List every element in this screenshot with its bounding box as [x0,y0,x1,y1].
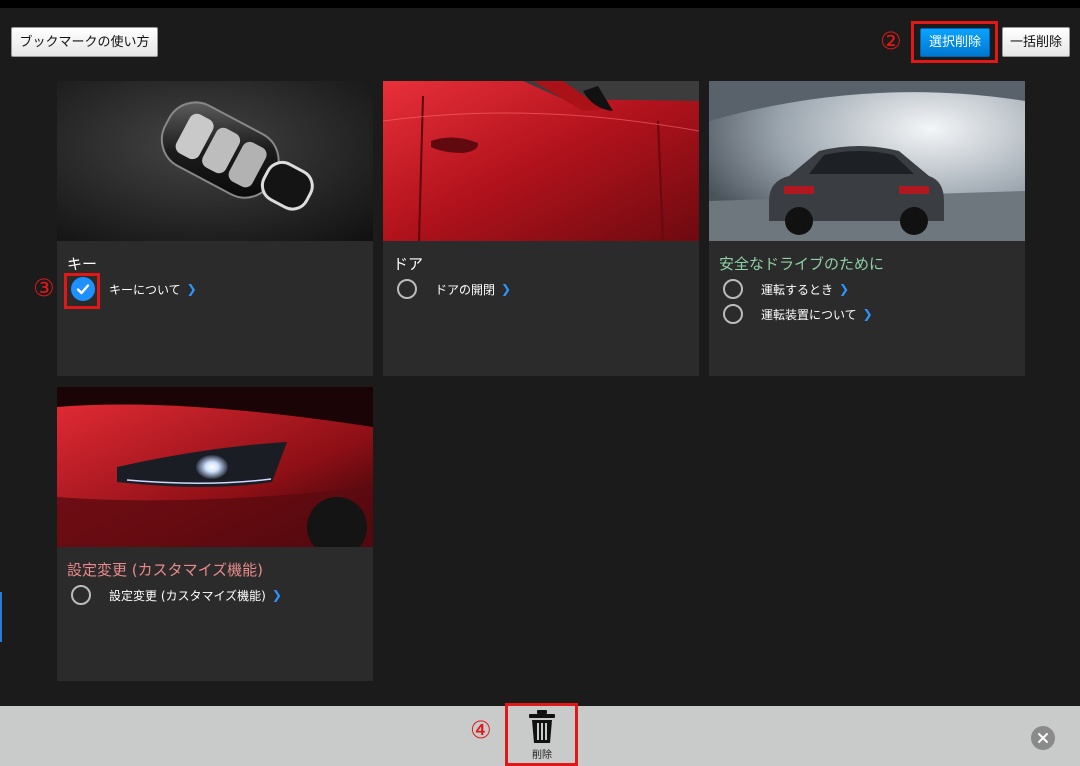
bookmark-item[interactable]: ドアの開閉 ❯ [397,278,511,300]
delete-button[interactable]: 削除 [520,710,564,762]
chevron-right-icon[interactable]: ❯ [839,282,849,296]
bookmark-card-settings: 設定変更 (カスタマイズ機能) 設定変更 (カスタマイズ機能) ❯ [57,387,373,681]
item-label[interactable]: 設定変更 (カスタマイズ機能) [109,587,266,604]
item-label[interactable]: キーについて [109,281,181,298]
bookmark-card-key: キー キーについて ❯ [57,81,373,376]
highlight-checkbox [64,273,100,309]
bookmark-card-door: ドア ドアの開閉 ❯ [383,81,699,376]
trash-icon [529,710,555,743]
chevron-right-icon[interactable]: ❯ [187,282,197,296]
chevron-right-icon[interactable]: ❯ [501,282,511,296]
unchecked-radio-icon[interactable] [723,279,743,299]
bookmark-item[interactable]: 運転するとき ❯ [723,278,849,300]
bookmark-item[interactable]: 設定変更 (カスタマイズ機能) ❯ [71,584,282,606]
bottom-action-bar: ④ 削除 [0,703,1080,766]
headlight-photo[interactable] [57,387,373,547]
bookmark-item[interactable]: 運転装置について ❯ [723,303,873,325]
card-title: ドア [393,255,424,273]
chevron-right-icon[interactable]: ❯ [272,588,282,602]
bookmark-card-safe-drive: 安全なドライブのために 運転するとき ❯ 運転装置について ❯ [709,81,1025,376]
card-title: 設定変更 (カスタマイズ機能) [67,561,264,579]
annotation-4: ④ [470,716,492,744]
unchecked-radio-icon[interactable] [397,279,417,299]
chevron-right-icon[interactable]: ❯ [863,307,873,321]
left-edge-indicator [0,592,2,642]
delete-label: 削除 [532,750,552,761]
top-strip [0,0,1080,8]
key-photo[interactable] [57,81,373,241]
door-photo[interactable] [383,81,699,241]
card-title: キー [67,255,98,273]
delete-all-button[interactable]: 一括削除 [1002,27,1070,57]
annotation-2: ② [880,27,902,55]
unchecked-radio-icon[interactable] [723,304,743,324]
unchecked-radio-icon[interactable] [71,585,91,605]
select-delete-button[interactable]: 選択削除 [920,28,990,57]
annotation-3: ③ [33,274,55,302]
close-icon[interactable] [1031,726,1055,750]
bookmark-help-button[interactable]: ブックマークの使い方 [11,27,158,57]
item-label[interactable]: ドアの開閉 [435,281,495,298]
item-label[interactable]: 運転装置について [761,306,857,323]
card-title: 安全なドライブのために [719,255,885,273]
item-label[interactable]: 運転するとき [761,281,833,298]
car-tunnel-photo[interactable] [709,81,1025,241]
